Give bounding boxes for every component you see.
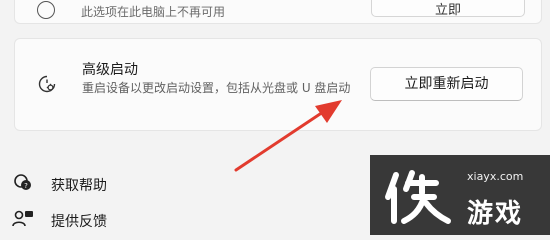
watermark: xiayx.com 游戏 [370, 155, 550, 235]
watermark-site: xiayx.com [467, 170, 524, 183]
top-card-description: 此选项在此电脑上不再可用 [81, 5, 226, 19]
top-card-button[interactable]: 立即 [371, 0, 525, 17]
give-feedback-label: 提供反馈 [51, 214, 107, 230]
advanced-startup-title: 高级启动 [82, 62, 138, 78]
give-feedback-link[interactable]: 提供反馈 [12, 209, 132, 231]
advanced-startup-card: 高级启动 重启设备以更改启动设置，包括从光盘或 U 盘启动 立即重新启动 [14, 38, 542, 131]
get-help-label: 获取帮助 [51, 178, 107, 194]
top-settings-card: 此选项在此电脑上不再可用 立即 [14, 0, 542, 24]
option-icon [37, 1, 55, 19]
advanced-startup-icon [38, 75, 56, 93]
svg-text:?: ? [24, 182, 28, 190]
help-icon: ? [14, 174, 31, 190]
feedback-icon [12, 210, 33, 227]
get-help-link[interactable]: ? 获取帮助 [12, 173, 132, 195]
restart-now-button[interactable]: 立即重新启动 [370, 67, 523, 101]
advanced-startup-description: 重启设备以更改启动设置，包括从光盘或 U 盘启动 [82, 81, 351, 95]
watermark-name: 游戏 [467, 199, 524, 229]
watermark-logo [385, 170, 451, 224]
